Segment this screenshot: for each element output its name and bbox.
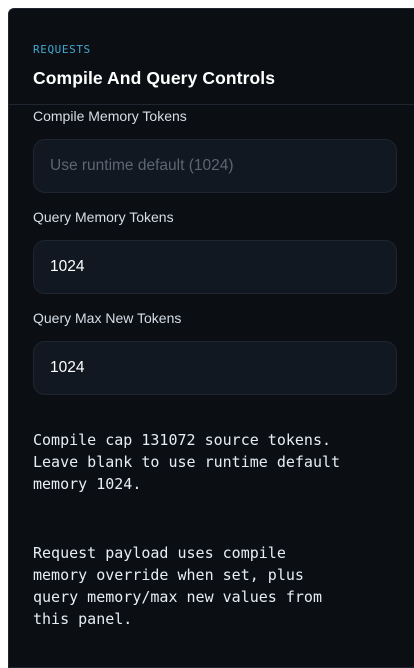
query-memory-label: Query Memory Tokens	[33, 209, 174, 225]
compile-cap-note: Compile cap 131072 source tokens. Leave …	[33, 431, 341, 493]
compile-memory-input[interactable]	[33, 139, 397, 193]
section-kicker: REQUESTS	[33, 43, 91, 56]
panel-header: REQUESTS Compile And Query Controls	[9, 9, 414, 105]
query-memory-input[interactable]	[33, 240, 397, 294]
compile-memory-label: Compile Memory Tokens	[33, 108, 187, 124]
requests-panel: REQUESTS Compile And Query Controls Comp…	[8, 8, 414, 668]
panel-title: Compile And Query Controls	[33, 68, 276, 88]
query-max-new-label: Query Max New Tokens	[33, 310, 182, 326]
payload-note: Request payload uses compile memory over…	[33, 544, 322, 628]
query-max-new-input[interactable]	[33, 341, 397, 395]
